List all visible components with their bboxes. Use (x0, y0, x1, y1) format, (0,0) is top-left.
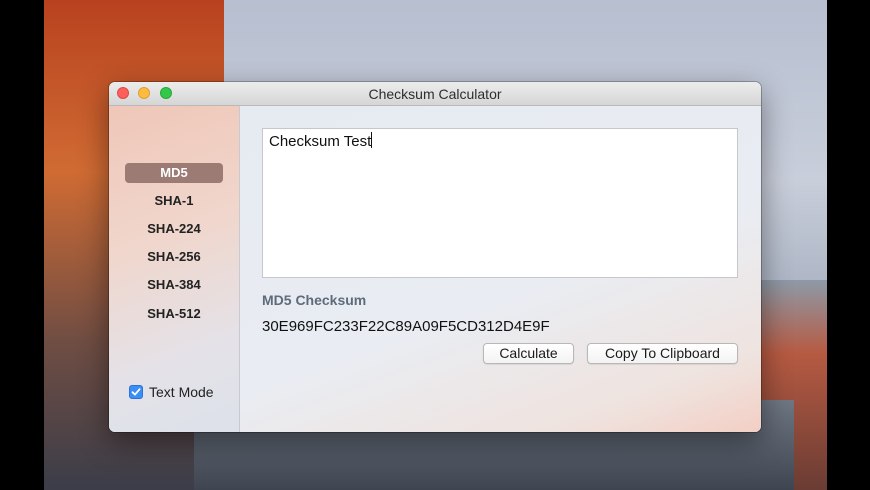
text-caret (371, 132, 373, 148)
algorithm-item-md5[interactable]: MD5 (125, 163, 223, 183)
algorithm-item-sha224[interactable]: SHA-224 (125, 219, 223, 239)
text-mode-label: Text Mode (149, 384, 214, 400)
checksum-value: 30E969FC233F22C89A09F5CD312D4E9F (262, 318, 550, 335)
checkmark-icon[interactable] (129, 385, 143, 399)
window-title: Checksum Calculator (368, 86, 502, 102)
copy-to-clipboard-button[interactable]: Copy To Clipboard (587, 343, 738, 364)
algorithm-item-sha384[interactable]: SHA-384 (125, 275, 223, 295)
title-bar[interactable]: Checksum Calculator (109, 82, 761, 106)
text-input-area[interactable]: Checksum Test (262, 128, 738, 278)
algorithm-sidebar: MD5 SHA-1 SHA-224 SHA-256 SHA-384 SHA-51… (109, 106, 240, 432)
text-mode-checkbox[interactable]: Text Mode (129, 383, 214, 401)
algorithm-item-sha256[interactable]: SHA-256 (125, 247, 223, 267)
app-window: Checksum Calculator MD5 SHA-1 SHA-224 SH… (109, 82, 761, 432)
checksum-heading: MD5 Checksum (262, 292, 367, 308)
calculate-button[interactable]: Calculate (483, 343, 574, 364)
main-content: Checksum Test MD5 Checksum 30E969FC233F2… (240, 106, 761, 432)
algorithm-item-sha512[interactable]: SHA-512 (125, 304, 223, 324)
algorithm-item-sha1[interactable]: SHA-1 (125, 191, 223, 211)
input-text: Checksum Test (269, 133, 372, 150)
